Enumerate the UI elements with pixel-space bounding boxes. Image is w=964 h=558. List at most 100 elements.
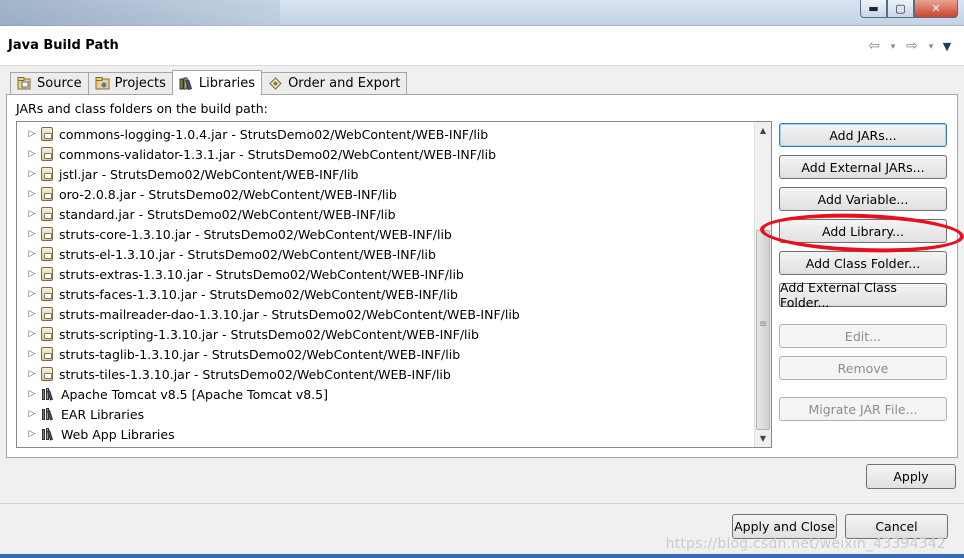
scroll-thumb[interactable] [756,230,770,430]
add-library-button[interactable]: Add Library... [779,219,947,243]
expand-arrow-icon[interactable]: ▷ [27,169,37,179]
page-title: Java Build Path [8,38,119,53]
tab-source[interactable]: Source [10,72,89,94]
forward-arrow-icon[interactable]: ⇨ [904,38,920,56]
jar-icon [41,247,53,261]
tree-row[interactable]: ▷ struts-core-1.3.10.jar - StrutsDemo02/W… [17,224,452,244]
tree-row[interactable]: ▷ EAR Libraries [17,404,145,424]
jar-icon [41,147,53,161]
tree-row-label: oro-2.0.8.jar - StrutsDemo02/WebContent/… [59,186,397,202]
jar-icon [41,167,53,181]
tree-row-label: struts-extras-1.3.10.jar - StrutsDemo02/… [59,266,464,282]
tab-source-label: Source [37,76,82,91]
tree-row[interactable]: ▷ Apache Tomcat v8.5 [Apache Tomcat v8.5] [17,384,328,404]
forward-dropdown-icon[interactable]: ▾ [926,38,936,56]
migrate-jar-button[interactable]: Migrate JAR File... [779,397,947,421]
jar-icon [41,187,53,201]
expand-arrow-icon[interactable]: ▷ [27,389,37,399]
jar-icon [41,207,53,221]
tree-row[interactable]: ▷ struts-taglib-1.3.10.jar - StrutsDemo02… [17,344,461,364]
tree-row-label: Web App Libraries [61,426,175,442]
expand-arrow-icon[interactable]: ▷ [27,149,37,159]
tab-order-and-export-label: Order and Export [288,76,401,91]
jar-icon [41,267,53,281]
add-external-jars-button[interactable]: Add External JARs... [779,155,947,179]
jar-icon [41,367,53,381]
add-class-folder-button[interactable]: Add Class Folder... [779,251,947,275]
watermark: https://blog.csdn.net/weixin_43394342 [665,536,946,552]
tree-row[interactable]: ▷ commons-validator-1.3.1.jar - StrutsDem… [17,144,497,164]
back-arrow-icon[interactable]: ⇦ [866,38,882,56]
window-titlebar: ▬ ▢ ✕ [0,0,964,26]
tree-row-label: commons-validator-1.3.1.jar - StrutsDemo… [59,146,497,162]
library-icon [41,387,55,401]
edit-button[interactable]: Edit... [779,324,947,348]
add-external-class-folder-button[interactable]: Add External Class Folder... [779,280,947,310]
tab-order-and-export[interactable]: Order and Export [261,72,408,94]
expand-arrow-icon[interactable]: ▷ [27,409,37,419]
expand-arrow-icon[interactable]: ▷ [27,269,37,279]
tree-row-label: jstl.jar - StrutsDemo02/WebContent/WEB-I… [59,166,359,182]
remove-button[interactable]: Remove [779,356,947,380]
tree-row[interactable]: ▷ jstl.jar - StrutsDemo02/WebContent/WEB-… [17,164,359,184]
tree-row[interactable]: ▷ struts-scripting-1.3.10.jar - StrutsDem… [17,324,479,344]
minimize-icon[interactable]: ▬ [860,0,887,18]
expand-arrow-icon[interactable]: ▷ [27,129,37,139]
tab-projects[interactable]: Projects [87,72,173,94]
tree-row[interactable]: ▷ struts-faces-1.3.10.jar - StrutsDemo02/… [17,284,458,304]
jar-icon [41,287,53,301]
tab-libraries[interactable]: Libraries [171,70,263,95]
tree-row[interactable]: ▷ struts-mailreader-dao-1.3.10.jar - Stru… [17,304,520,324]
tree-row[interactable]: ▷ standard.jar - StrutsDemo02/WebContent/… [17,204,396,224]
tree-row[interactable]: ▷ struts-extras-1.3.10.jar - StrutsDemo02… [17,264,464,284]
tab-projects-label: Projects [114,76,166,91]
tree-row[interactable]: ▷ struts-tiles-1.3.10.jar - StrutsDemo02/… [17,364,451,384]
tab-bar: Source Projects Libraries Order and Expo… [10,70,408,95]
jar-icon [41,327,53,341]
view-menu-icon[interactable]: ▼ [942,38,952,56]
tab-libraries-label: Libraries [198,75,256,91]
source-icon [17,77,32,90]
back-dropdown-icon[interactable]: ▾ [888,38,898,56]
build-path-tree[interactable]: ▷ commons-logging-1.0.4.jar - StrutsDemo0… [16,121,772,448]
tree-scrollbar[interactable]: ▲ ▼ [754,122,771,447]
jar-icon [41,347,53,361]
tree-row-label: struts-faces-1.3.10.jar - StrutsDemo02/W… [59,286,458,302]
expand-arrow-icon[interactable]: ▷ [27,429,37,439]
navigation-controls: ⇦ ▾ ⇨ ▾ ▼ [866,38,952,56]
add-jars-button[interactable]: Add JARs... [779,123,947,147]
maximize-icon[interactable]: ▢ [887,0,914,18]
tree-row-label: struts-core-1.3.10.jar - StrutsDemo02/We… [59,226,452,242]
expand-arrow-icon[interactable]: ▷ [27,189,37,199]
tree-row-label: struts-el-1.3.10.jar - StrutsDemo02/WebC… [59,246,436,262]
tree-row[interactable]: ▷ struts-el-1.3.10.jar - StrutsDemo02/Web… [17,244,436,264]
expand-arrow-icon[interactable]: ▷ [27,209,37,219]
expand-arrow-icon[interactable]: ▷ [27,309,37,319]
tree-row[interactable]: ▷ commons-logging-1.0.4.jar - StrutsDemo0… [17,124,489,144]
library-icon [41,427,55,441]
build-path-caption: JARs and class folders on the build path… [16,101,268,116]
jar-icon [41,127,53,141]
libraries-icon [179,77,194,90]
expand-arrow-icon[interactable]: ▷ [27,229,37,239]
expand-arrow-icon[interactable]: ▷ [27,249,37,259]
close-icon[interactable]: ✕ [914,0,958,18]
order-export-icon [268,77,283,90]
expand-arrow-icon[interactable]: ▷ [27,329,37,339]
projects-icon [95,77,110,90]
tree-row[interactable]: ▷ Web App Libraries [17,424,175,444]
expand-arrow-icon[interactable]: ▷ [27,369,37,379]
scroll-down-icon[interactable]: ▼ [755,430,771,447]
tree-row[interactable]: ▷ oro-2.0.8.jar - StrutsDemo02/WebContent… [17,184,397,204]
add-variable-button[interactable]: Add Variable... [779,187,947,211]
taskbar-strip [0,554,964,558]
tree-row-label: standard.jar - StrutsDemo02/WebContent/W… [59,206,396,222]
expand-arrow-icon[interactable]: ▷ [27,349,37,359]
scroll-up-icon[interactable]: ▲ [755,122,771,139]
tree-row-label: EAR Libraries [61,406,145,422]
tree-row-label: commons-logging-1.0.4.jar - StrutsDemo02… [59,126,489,142]
tree-row-label: Apache Tomcat v8.5 [Apache Tomcat v8.5] [61,386,328,402]
apply-button[interactable]: Apply [866,464,956,489]
background-window-ghost [0,0,280,26]
expand-arrow-icon[interactable]: ▷ [27,289,37,299]
